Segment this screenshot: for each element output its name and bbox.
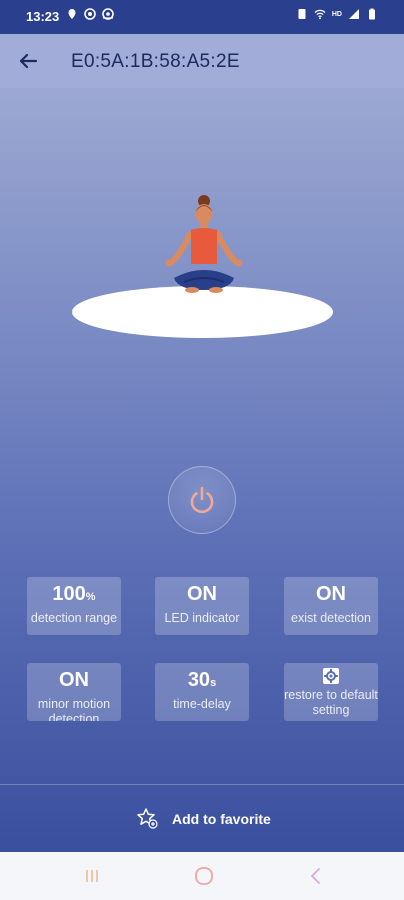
tile-value: ON	[27, 669, 121, 694]
signal-icon	[349, 9, 359, 19]
star-plus-icon	[137, 808, 158, 829]
back-nav-icon[interactable]	[304, 864, 328, 888]
tile-time-delay[interactable]: 30s time-delay	[155, 663, 249, 721]
status-right-icons: HD	[296, 8, 378, 20]
meditating-person-illustration	[165, 195, 243, 293]
tile-label: detection range	[30, 611, 118, 625]
add-to-favorite-button[interactable]: Add to favorite	[0, 797, 404, 841]
power-button[interactable]	[168, 466, 236, 534]
tile-value-number: ON	[59, 669, 89, 691]
toolbar: E0:5A:1B:58:A5:2E	[0, 34, 404, 88]
location-icon	[68, 9, 76, 19]
tile-value-unit: %	[85, 591, 96, 603]
device-title: E0:5A:1B:58:A5:2E	[71, 51, 240, 72]
tile-detection-range[interactable]: 100% detection range	[27, 577, 121, 635]
tile-value-number: 100	[52, 583, 86, 605]
back-arrow-icon[interactable]	[14, 47, 42, 75]
add-to-favorite-label: Add to favorite	[172, 811, 271, 827]
tile-value: 100%	[27, 583, 121, 608]
sim-icon	[298, 9, 306, 19]
tile-led-indicator[interactable]: ON LED indicator	[155, 577, 249, 635]
tile-label: time-delay	[173, 697, 231, 711]
tile-label: LED indicator	[164, 611, 240, 625]
battery-icon	[369, 8, 375, 20]
tile-label: minor motion detection	[37, 697, 111, 721]
tile-value-unit: s	[210, 677, 217, 689]
wifi-icon	[314, 9, 326, 20]
footer-divider	[0, 784, 404, 785]
tile-value: 30s	[155, 669, 249, 694]
presence-illustration	[72, 190, 333, 340]
chrome-icon	[102, 8, 114, 20]
tile-label: exist detection	[291, 611, 371, 625]
power-icon	[190, 486, 214, 514]
tile-restore-default[interactable]: restore to default setting	[284, 663, 378, 721]
tile-value-number: ON	[316, 583, 346, 605]
hd-icon: HD	[331, 10, 342, 18]
home-icon[interactable]	[192, 864, 216, 888]
tile-label: restore to default setting	[284, 688, 378, 717]
recent-apps-icon[interactable]	[80, 864, 104, 888]
status-left-icons	[66, 8, 114, 20]
target-icon	[84, 8, 96, 20]
gear-icon	[323, 668, 339, 684]
system-nav-bar	[0, 852, 404, 900]
tile-value-number: 30	[187, 669, 211, 691]
status-time: 13:23	[26, 9, 60, 24]
status-bar: 13:23 HD	[0, 0, 404, 34]
tile-minor-motion-detection[interactable]: ON minor motion detection	[27, 663, 121, 721]
tile-value-number: ON	[187, 583, 217, 605]
tile-exist-detection[interactable]: ON exist detection	[284, 577, 378, 635]
tile-value: ON	[284, 583, 378, 608]
tile-value: ON	[155, 583, 249, 608]
app-screen: 13:23 HD E0:5A:1B:58:A5:2E 100% detectio…	[0, 0, 404, 852]
